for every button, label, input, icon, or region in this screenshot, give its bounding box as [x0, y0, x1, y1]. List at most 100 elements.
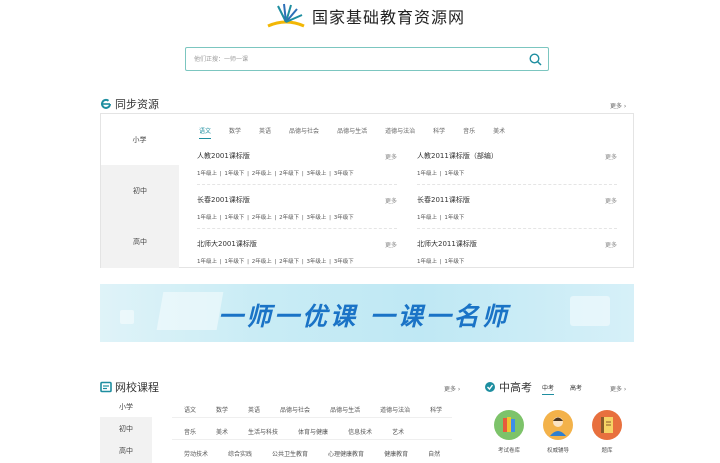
textbook-title[interactable]: 人教2001课标版	[197, 151, 397, 161]
school-subject-link[interactable]: 道德与法治	[380, 407, 410, 414]
exam-item-label: 题库	[601, 448, 613, 454]
textbook-title[interactable]: 长春2001课标版	[197, 195, 397, 205]
grade-link[interactable]: 2年级下	[279, 215, 299, 221]
school-level-senior[interactable]: 高中	[100, 441, 152, 461]
exam-tab-gaokao[interactable]: 高考	[570, 383, 582, 392]
separator: |	[218, 171, 224, 177]
logo-icon	[267, 3, 305, 28]
subject-tab[interactable]: 音乐	[463, 126, 475, 139]
exam-more-link[interactable]: 更多 ›	[610, 384, 626, 393]
grade-link[interactable]: 1年级下	[444, 171, 464, 177]
textbook-more-link[interactable]: 更多	[385, 152, 397, 161]
separator: |	[438, 171, 444, 177]
grade-link[interactable]: 2年级上	[252, 215, 272, 221]
level-tab-junior[interactable]: 初中	[101, 165, 179, 216]
school-panel: 小学 初中 高中 语文 数学 英语 品德与社会 品德与生活 道德与法治 科学 音乐 美术 生活与…	[100, 397, 452, 463]
subject-tab[interactable]: 数学	[229, 126, 241, 139]
school-subject-link[interactable]: 生活与科技	[248, 429, 278, 436]
site-logo[interactable]: 国家基础教育资源网	[264, 2, 465, 30]
textbook-title[interactable]: 北师大2001课标版	[197, 239, 397, 249]
school-subject-link[interactable]: 语文	[184, 407, 196, 414]
school-subject-link[interactable]: 艺术	[392, 429, 404, 436]
school-subject-link[interactable]: 品德与社会	[280, 407, 310, 414]
school-subject-link[interactable]: 自然	[428, 451, 440, 458]
school-subject-link[interactable]: 科学	[430, 407, 442, 414]
grade-link[interactable]: 1年级上	[417, 215, 437, 221]
textbook-title[interactable]: 长春2011课标版	[417, 195, 617, 205]
exam-item-tutoring[interactable]: 权威辅导	[538, 410, 578, 454]
subject-tab[interactable]: 英语	[259, 126, 271, 139]
separator: |	[300, 259, 306, 265]
textbook-more-link[interactable]: 更多	[605, 240, 617, 249]
subject-tab[interactable]: 语文	[199, 126, 212, 139]
school-subject-link[interactable]: 心理健康教育	[328, 451, 364, 458]
textbook-item: 人教2011课标版（部编） 更多 1年级上 | 1年级下	[417, 151, 617, 185]
subject-tab[interactable]: 品德与生活	[337, 126, 367, 139]
sync-section-icon	[101, 98, 111, 109]
search-box	[185, 47, 549, 71]
site-title: 国家基础教育资源网	[312, 8, 466, 27]
textbook-title[interactable]: 人教2011课标版（部编）	[417, 151, 617, 161]
grade-link[interactable]: 1年级下	[224, 171, 244, 177]
separator: |	[327, 215, 333, 221]
subject-tab[interactable]: 科学	[433, 126, 445, 139]
grade-link[interactable]: 1年级下	[444, 215, 464, 221]
search-input[interactable]	[186, 48, 522, 70]
grade-link[interactable]: 3年级下	[334, 259, 354, 265]
grade-link[interactable]: 1年级上	[417, 171, 437, 177]
school-level-junior[interactable]: 初中	[100, 419, 152, 439]
promo-banner[interactable]: 一师一优课 一课一名师	[100, 284, 634, 342]
grade-link[interactable]: 3年级下	[334, 171, 354, 177]
teacher-icon	[543, 410, 573, 440]
grade-link[interactable]: 1年级下	[224, 259, 244, 265]
grade-link[interactable]: 1年级上	[197, 215, 217, 221]
search-icon[interactable]	[522, 48, 548, 70]
exam-item-papers[interactable]: 考试卷库	[489, 410, 529, 454]
school-subject-link[interactable]: 综合实践	[228, 451, 252, 458]
level-tab-senior[interactable]: 高中	[101, 216, 179, 267]
school-subject-link[interactable]: 体育与健康	[298, 429, 328, 436]
level-tab-primary[interactable]: 小学	[101, 114, 179, 165]
textbook-title[interactable]: 北师大2011课标版	[417, 239, 617, 249]
subject-tab[interactable]: 美术	[493, 126, 505, 139]
grade-link[interactable]: 2年级上	[252, 171, 272, 177]
grade-link[interactable]: 3年级下	[334, 215, 354, 221]
school-subject-link[interactable]: 美术	[216, 429, 228, 436]
school-subject-link[interactable]: 音乐	[184, 429, 196, 436]
school-subject-link[interactable]: 公共卫生教育	[272, 451, 308, 458]
grade-link[interactable]: 1年级上	[417, 259, 437, 265]
school-subject-link[interactable]: 健康教育	[384, 451, 408, 458]
school-section-title: 网校课程	[115, 381, 159, 394]
grade-link[interactable]: 2年级下	[279, 171, 299, 177]
textbook-more-link[interactable]: 更多	[605, 152, 617, 161]
subject-tab[interactable]: 道德与法治	[385, 126, 415, 139]
grade-link[interactable]: 1年级下	[444, 259, 464, 265]
exam-tab-zhongkao[interactable]: 中考	[542, 383, 555, 395]
subject-tab[interactable]: 品德与社会	[289, 126, 319, 139]
grade-link[interactable]: 2年级下	[279, 259, 299, 265]
grade-link[interactable]: 2年级上	[252, 259, 272, 265]
school-subject-link[interactable]: 劳动技术	[184, 451, 208, 458]
grade-link[interactable]: 3年级上	[306, 259, 326, 265]
school-subject-link[interactable]: 信息技术	[348, 429, 372, 436]
school-subject-link[interactable]: 数学	[216, 407, 228, 414]
exam-item-questions[interactable]: 题库	[587, 410, 627, 454]
grade-link[interactable]: 1年级上	[197, 259, 217, 265]
textbook-more-link[interactable]: 更多	[385, 196, 397, 205]
school-level-primary[interactable]: 小学	[100, 397, 152, 417]
grade-link[interactable]: 1年级上	[197, 171, 217, 177]
grade-link[interactable]: 1年级下	[224, 215, 244, 221]
subject-tabs: 语文 数学 英语 品德与社会 品德与生活 道德与法治 科学 音乐 美术	[199, 126, 523, 139]
school-subject-link[interactable]: 英语	[248, 407, 260, 414]
textbook-item: 长春2011课标版 更多 1年级上 | 1年级下	[417, 195, 617, 229]
grade-link[interactable]: 3年级上	[306, 171, 326, 177]
school-more-link[interactable]: 更多 ›	[444, 384, 460, 393]
separator: |	[438, 215, 444, 221]
textbook-item: 长春2001课标版 更多 1年级上 | 1年级下 | 2年级上 | 2年级下 | 3…	[197, 195, 397, 229]
textbook-more-link[interactable]: 更多	[605, 196, 617, 205]
textbook-more-link[interactable]: 更多	[385, 240, 397, 249]
school-subject-row: 语文 数学 英语 品德与社会 品德与生活 道德与法治 科学	[184, 405, 462, 414]
sync-more-link[interactable]: 更多 ›	[610, 101, 626, 110]
grade-link[interactable]: 3年级上	[306, 215, 326, 221]
school-subject-link[interactable]: 品德与生活	[330, 407, 360, 414]
